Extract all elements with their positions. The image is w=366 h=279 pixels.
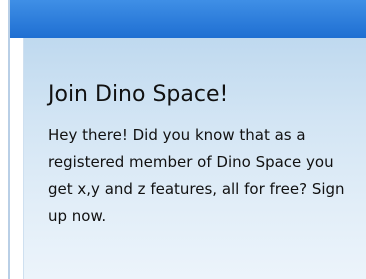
header-bar [10, 0, 366, 38]
page-frame: Join Dino Space! Hey there! Did you know… [0, 0, 366, 279]
left-border-stripe [8, 0, 10, 279]
panel-title: Join Dino Space! [48, 82, 229, 107]
panel-message: Hey there! Did you know that as a regist… [48, 126, 345, 225]
join-panel: Join Dino Space! Hey there! Did you know… [23, 38, 366, 279]
